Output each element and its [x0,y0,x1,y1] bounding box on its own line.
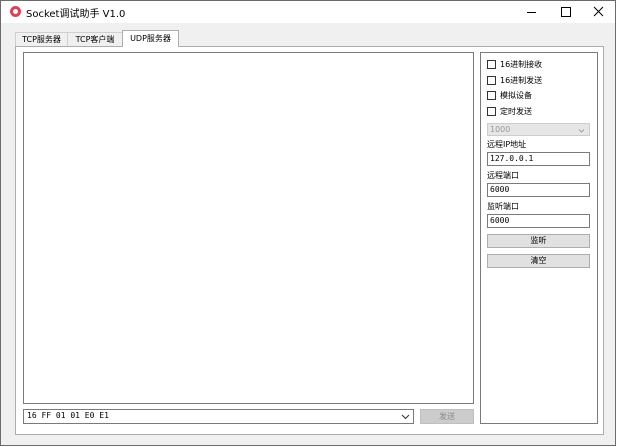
window-title: Socket调试助手 V1.0 [26,9,126,20]
interval-value: 1000 [490,125,511,134]
title-bar[interactable]: Socket调试助手 V1.0 [1,1,615,23]
checkbox-box[interactable] [487,107,496,116]
send-data-combobox[interactable]: 16 FF 01 01 E0 E1 [23,409,414,424]
settings-panel: 16进制接收 16进制发送 模拟设备 定时发送 1000 远程IP地址 127.… [480,52,598,424]
clear-button[interactable]: 清空 [487,254,590,268]
checkbox-box[interactable] [487,76,496,85]
chevron-down-icon[interactable] [401,412,410,424]
send-button[interactable]: 发送 [420,409,474,424]
checkbox-box[interactable] [487,91,496,100]
listen-port-label: 监听端口 [487,202,519,211]
chevron-down-icon [578,127,585,137]
udp-server-panel: 16 FF 01 01 E0 E1 发送 16进制接收 16进制发送 模拟设备 … [15,46,604,435]
interval-select[interactable]: 1000 [487,123,590,136]
hex-send-label: 16进制发送 [500,76,543,85]
checkbox-box[interactable] [487,60,496,69]
close-icon[interactable] [580,1,618,23]
remote-port-input[interactable]: 6000 [487,183,590,197]
listen-button[interactable]: 监听 [487,234,590,248]
tab-tcp-client[interactable]: TCP客户端 [67,32,123,46]
tab-udp-server[interactable]: UDP服务器 [122,30,179,47]
remote-ip-label: 远程IP地址 [487,140,527,149]
listen-port-input[interactable]: 6000 [487,214,590,228]
app-window: Socket调试助手 V1.0 TCP服务器 TCP客户端 UDP服务器 16 … [0,0,616,446]
receive-textarea[interactable] [23,52,474,404]
simulate-device-label: 模拟设备 [500,91,532,100]
hex-receive-label: 16进制接收 [500,60,543,69]
send-data-value: 16 FF 01 01 E0 E1 [27,411,109,420]
tab-tcp-server[interactable]: TCP服务器 [15,32,68,46]
app-logo-icon [10,6,21,17]
timed-send-label: 定时发送 [500,107,532,116]
remote-ip-input[interactable]: 127.0.0.1 [487,152,590,166]
remote-port-label: 远程端口 [487,171,519,180]
